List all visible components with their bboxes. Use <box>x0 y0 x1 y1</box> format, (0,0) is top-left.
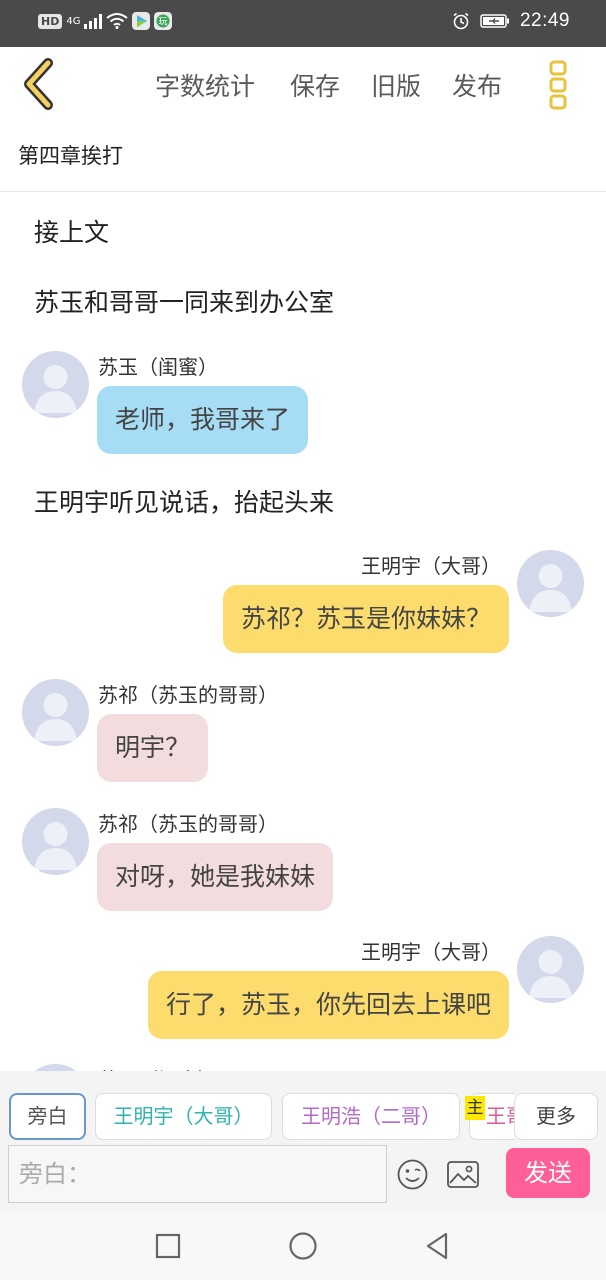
message-input[interactable]: 旁白： <box>8 1145 387 1203</box>
divider <box>0 191 606 192</box>
main-role-badge: 主 <box>465 1096 485 1120</box>
more-roles-button[interactable]: 更多 <box>514 1093 598 1140</box>
default-avatar-icon <box>529 950 572 998</box>
default-avatar-icon <box>34 693 77 741</box>
speaker-name: 王明宇（大哥） <box>361 554 501 578</box>
speaker-name: 苏祁（苏玉的哥哥） <box>98 812 278 836</box>
signal-icon <box>84 13 103 29</box>
chat-bubble[interactable]: 对呀，她是我妹妹 <box>97 843 334 911</box>
video-app-icon <box>132 12 151 30</box>
avatar <box>22 808 89 875</box>
recent-apps-icon[interactable] <box>152 1230 184 1262</box>
avatar <box>22 351 89 418</box>
status-time: 22:49 <box>519 10 570 31</box>
status-bar: HD 4G 玩 22:49 <box>0 0 606 47</box>
back-nav-icon[interactable] <box>422 1230 454 1262</box>
publish-button[interactable]: 发布 <box>452 67 502 103</box>
old-version-button[interactable]: 旧版 <box>371 67 421 103</box>
default-avatar-icon <box>529 564 572 612</box>
default-avatar-icon <box>34 365 77 413</box>
avatar <box>517 936 584 1003</box>
narration-line[interactable]: 王明宇听见说话，抬起头来 <box>34 483 334 519</box>
role-chip-brother1[interactable]: 王明宇（大哥） <box>95 1093 272 1140</box>
image-icon[interactable] <box>447 1161 479 1188</box>
speaker-name: 王明宇（大哥） <box>361 940 501 964</box>
status-right-group: 22:49 <box>452 10 570 32</box>
back-arrow-icon[interactable] <box>18 57 62 111</box>
top-toolbar: 字数统计 保存 旧版 发布 <box>0 47 606 122</box>
game-app-icon: 玩 <box>154 12 173 30</box>
emoji-icon[interactable] <box>397 1159 428 1190</box>
role-chip-brother2[interactable]: 王明浩（二哥） <box>282 1093 460 1140</box>
role-chip-narration[interactable]: 旁白 <box>9 1093 86 1140</box>
chat-bubble[interactable]: 老师，我哥来了 <box>97 386 309 454</box>
send-button[interactable]: 发送 <box>506 1148 590 1198</box>
chapter-title[interactable]: 第四章挨打 <box>18 140 123 170</box>
chat-bubble[interactable]: 明宇？ <box>97 714 209 782</box>
word-count-button[interactable]: 字数统计 <box>155 67 255 103</box>
hd-badge: HD <box>38 13 63 29</box>
speaker-name: 苏玉（闺蜜） <box>98 355 218 379</box>
default-avatar-icon <box>34 822 77 870</box>
battery-icon <box>480 14 509 28</box>
status-left-group: HD 4G 玩 <box>38 12 173 30</box>
avatar <box>22 679 89 746</box>
chat-bubble[interactable]: 苏祁？苏玉是你妹妹？ <box>222 585 509 653</box>
svg-text:玩: 玩 <box>159 17 168 28</box>
speaker-name: 苏祁（苏玉的哥哥） <box>98 683 278 707</box>
system-nav-bar <box>0 1212 606 1280</box>
narration-line[interactable]: 接上文 <box>34 213 109 249</box>
avatar <box>517 550 584 617</box>
home-icon[interactable] <box>287 1230 319 1262</box>
chat-bubble[interactable]: 行了，苏玉，你先回去上课吧 <box>147 971 509 1039</box>
more-options-icon[interactable] <box>540 57 576 113</box>
save-button[interactable]: 保存 <box>290 67 340 103</box>
alarm-icon <box>453 12 469 30</box>
narration-line[interactable]: 苏玉和哥哥一同来到办公室 <box>34 283 334 319</box>
wifi-icon <box>106 13 129 29</box>
network-type: 4G <box>66 15 81 27</box>
